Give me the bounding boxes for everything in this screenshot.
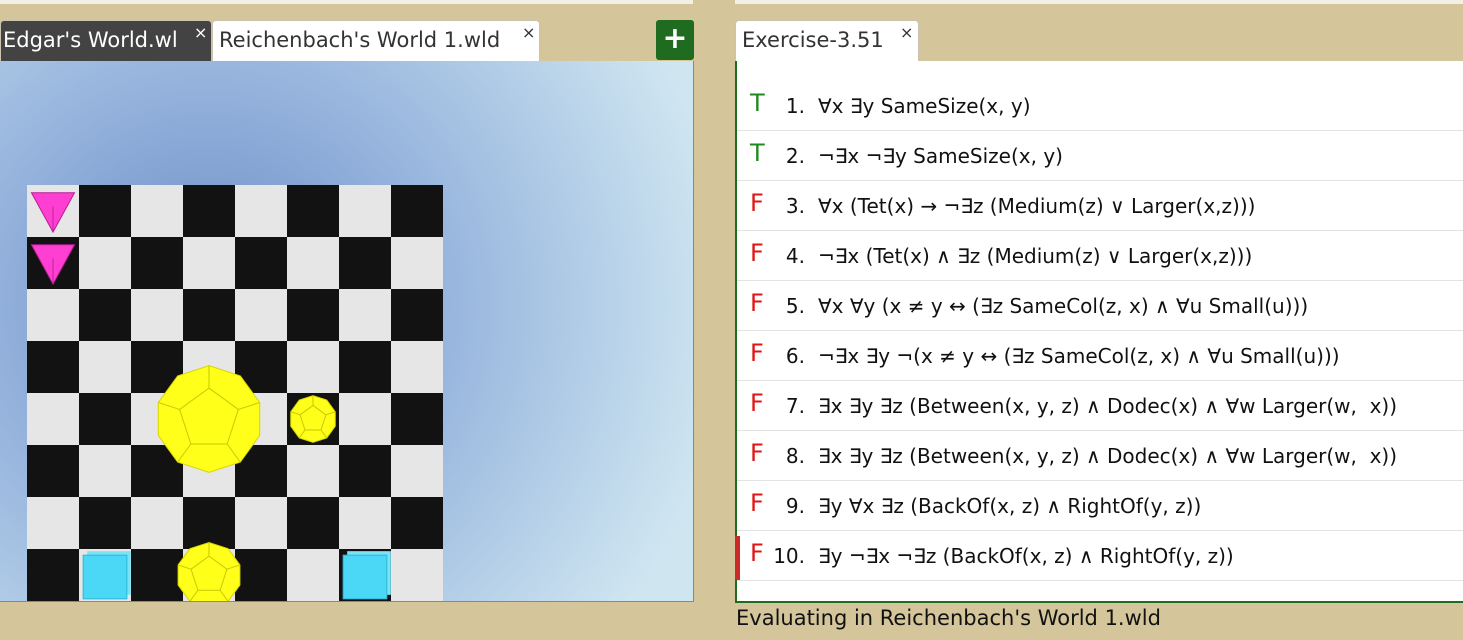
sentence-text[interactable]: ∀x ∀y (x ≠ y ↔ (∃z SameCol(z, x) ∧ ∀u Sm… [818,294,1308,318]
sentence-number: 8. [785,444,805,468]
sentence-number: 3. [785,194,805,218]
board-square[interactable] [391,497,443,549]
sentence-row[interactable]: F 5. ∀x ∀y (x ≠ y ↔ (∃z SameCol(z, x) ∧ ∀u… [737,281,1463,331]
board-square[interactable] [339,393,391,445]
tab-label: Reichenbach's World 1.wld [219,28,501,52]
board-square[interactable] [235,289,287,341]
board-square[interactable] [287,549,339,601]
sentence-text[interactable]: ¬∃x ∃y ¬(x ≠ y ↔ (∃z SameCol(z, x) ∧ ∀u … [818,344,1340,368]
board-square[interactable] [391,393,443,445]
board-square[interactable] [79,289,131,341]
tab-label: Exercise-3.51 [742,28,884,52]
sentence-row[interactable]: T 1. ∀x ∃y SameSize(x, y) [737,81,1463,131]
board-square[interactable] [339,185,391,237]
board-square[interactable] [391,237,443,289]
board-square[interactable] [339,497,391,549]
close-icon[interactable]: × [522,13,535,52]
board-square[interactable] [79,497,131,549]
sentence-number: 2. [785,144,805,168]
board-square[interactable] [27,341,79,393]
board-square[interactable] [287,497,339,549]
sentence-text[interactable]: ∃x ∃y ∃z (Between(x, y, z) ∧ Dodec(x) ∧ … [818,444,1397,468]
sentence-list: T 1. ∀x ∃y SameSize(x, y) T 2. ¬∃x ¬∃y SameSi… [735,61,1463,603]
chess-board[interactable] [27,185,443,601]
board-square[interactable] [339,341,391,393]
board-square[interactable] [391,341,443,393]
status-bar: Evaluating in Reichenbach's World 1.wld [736,606,1161,630]
sentence-text[interactable]: ¬∃x (Tet(x) ∧ ∃z (Medium(z) ∨ Larger(x,z… [818,244,1252,268]
board-square[interactable] [183,237,235,289]
board-square[interactable] [339,289,391,341]
sentence-text[interactable]: ∃y ¬∃x ¬∃z (BackOf(x, z) ∧ RightOf(y, z)… [818,544,1234,568]
board-square[interactable] [287,185,339,237]
board-square[interactable] [131,549,183,601]
board-square[interactable] [235,237,287,289]
sentence-row[interactable]: F 3. ∀x (Tet(x) → ¬∃z (Medium(z) ∨ Larger(… [737,181,1463,231]
board-square[interactable] [287,289,339,341]
board-square[interactable] [183,497,235,549]
tab-label: Edgar's World.wl [3,28,178,52]
board-square[interactable] [27,445,79,497]
sentence-row[interactable]: F 4. ¬∃x (Tet(x) ∧ ∃z (Medium(z) ∨ Larger(… [737,231,1463,281]
board-square[interactable] [183,185,235,237]
board-square[interactable] [339,445,391,497]
board-square[interactable] [235,185,287,237]
board-square[interactable] [79,445,131,497]
board-square[interactable] [79,237,131,289]
board-square[interactable] [287,237,339,289]
add-world-button[interactable]: + [656,20,694,60]
sentence-number: 6. [785,344,805,368]
board-square[interactable] [27,549,79,601]
board-square[interactable] [27,393,79,445]
board-square[interactable] [79,185,131,237]
tab-exercise[interactable]: Exercise-3.51 × [735,20,919,61]
sentence-text[interactable]: ∀x (Tet(x) → ¬∃z (Medium(z) ∨ Larger(x,z… [818,194,1255,218]
board-square[interactable] [131,185,183,237]
tab-edgars-world[interactable]: Edgar's World.wl × [0,20,212,61]
board-square[interactable] [235,549,287,601]
top-strip-right [735,0,1463,4]
sentence-row[interactable]: F 8. ∃x ∃y ∃z (Between(x, y, z) ∧ Dodec(x)… [737,431,1463,481]
dodec-block[interactable] [290,395,336,443]
board-square[interactable] [287,445,339,497]
sentence-number: 5. [785,294,805,318]
sentence-row[interactable]: F 6. ¬∃x ∃y ¬(x ≠ y ↔ (∃z SameCol(z, x) ∧ … [737,331,1463,381]
sentence-row[interactable]: T 2. ¬∃x ¬∃y SameSize(x, y) [737,131,1463,181]
sentence-number: 1. [785,94,805,118]
board-square[interactable] [235,497,287,549]
board-square[interactable] [27,497,79,549]
top-strip-left [0,0,693,4]
board-square[interactable] [131,289,183,341]
sentence-number: 9. [785,494,805,518]
sentence-text[interactable]: ∃x ∃y ∃z (Between(x, y, z) ∧ Dodec(x) ∧ … [818,394,1397,418]
cube-block[interactable] [82,551,131,600]
board-square[interactable] [391,289,443,341]
world-panel [0,61,694,602]
sentence-row[interactable]: F 9. ∃y ∀x ∃z (BackOf(x, z) ∧ RightOf(y, z… [737,481,1463,531]
board-square[interactable] [391,549,443,601]
sentence-number: 4. [785,244,805,268]
tab-reichenbachs-world[interactable]: Reichenbach's World 1.wld × [212,20,540,61]
sentence-row[interactable]: F 7. ∃x ∃y ∃z (Between(x, y, z) ∧ Dodec(x)… [737,381,1463,431]
sentence-number: 7. [785,394,805,418]
board-square[interactable] [131,497,183,549]
board-square[interactable] [131,237,183,289]
close-icon[interactable]: × [194,13,207,52]
board-square[interactable] [183,289,235,341]
board-square[interactable] [391,185,443,237]
sentence-text[interactable]: ∃y ∀x ∃z (BackOf(x, z) ∧ RightOf(y, z)) [818,494,1201,518]
board-square[interactable] [79,341,131,393]
board-square[interactable] [339,237,391,289]
sentence-row[interactable]: F 10. ∃y ¬∃x ¬∃z (BackOf(x, z) ∧ RightOf(y… [735,531,1463,581]
board-square[interactable] [79,393,131,445]
close-icon[interactable]: × [900,13,913,52]
dodec-block[interactable] [157,365,261,473]
board-square[interactable] [27,289,79,341]
cube-block[interactable] [342,551,391,600]
sentence-text[interactable]: ¬∃x ¬∃y SameSize(x, y) [818,144,1063,168]
board-square[interactable] [287,341,339,393]
sentence-text[interactable]: ∀x ∃y SameSize(x, y) [818,94,1031,118]
sentence-number: 10. [773,544,805,568]
board-square[interactable] [391,445,443,497]
